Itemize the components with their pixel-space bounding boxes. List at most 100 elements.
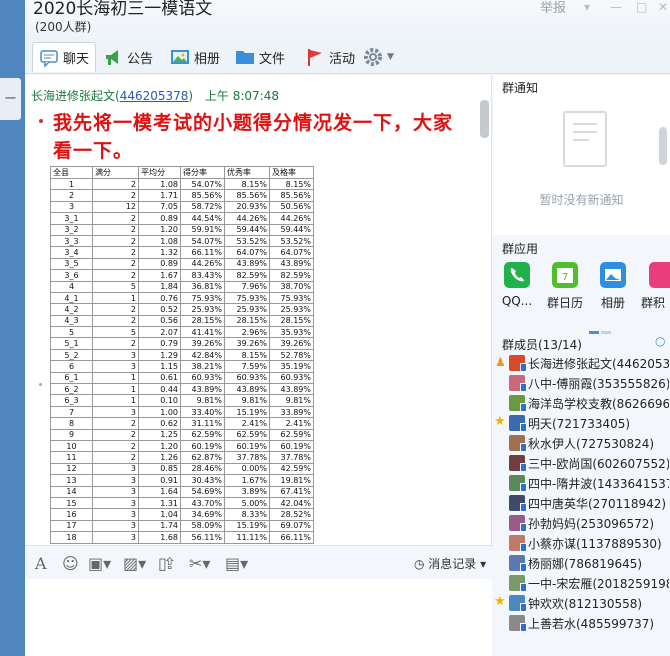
gift-icon[interactable]: ▣▾: [88, 554, 111, 573]
table-cell: 60.93%: [269, 371, 314, 385]
member-item[interactable]: 上善若水(485599737): [509, 613, 669, 633]
group-member-count: (200人群): [35, 20, 92, 34]
table-cell: 9.81%: [180, 394, 225, 407]
font-icon[interactable]: A: [35, 554, 47, 573]
collapsed-tab[interactable]: 一: [0, 78, 21, 120]
minimize-icon[interactable]: —: [610, 0, 622, 14]
tab-chat[interactable]: 聊天: [32, 42, 97, 72]
table-cell: 39.26%: [180, 337, 225, 350]
maximize-icon[interactable]: □: [636, 0, 647, 14]
score-table-image[interactable]: 全县 满分 平均分 得分率 优秀率 及格率 1 2 1.08 54.07% 8.15% 8…: [50, 166, 314, 544]
table-cell: 54.69%: [180, 485, 225, 498]
member-item[interactable]: 八中-傅丽霞(353555826): [509, 373, 669, 393]
group-name: 2020长海初三一模语文: [33, 0, 213, 19]
table-row: 3_6 2 1.67 83.43% 82.59% 82.59%: [50, 269, 314, 282]
member-item[interactable]: 长海进修张起文(4462053...: [509, 353, 669, 373]
apps-pager[interactable]: [589, 319, 613, 334]
message-text: 我先将一模考试的小题得分情况发一下，大家看一下。: [53, 112, 454, 162]
close-icon[interactable]: ✕: [658, 0, 668, 14]
avatar: [509, 495, 527, 512]
table-cell: 60.19%: [224, 439, 270, 453]
tab-files[interactable]: 文件: [235, 42, 285, 72]
table-cell: 85.56%: [180, 189, 225, 202]
title-bar: 2020长海初三一模语文 (200人群) 举报 ▾ — □ ✕: [25, 0, 670, 40]
member-item[interactable]: 钟欢欢(812130558): [509, 593, 669, 613]
table-cell: 5: [92, 280, 139, 293]
table-cell: 2: [92, 234, 139, 248]
table-cell: 3: [92, 531, 139, 544]
member-item[interactable]: 杨丽娜(786819645): [509, 553, 669, 573]
upload-icon[interactable]: ⇪: [163, 554, 176, 573]
tab-activity[interactable]: 活动: [305, 42, 355, 72]
table-cell: 18: [50, 531, 93, 544]
member-item[interactable]: 明天(721733405): [509, 413, 669, 433]
member-item[interactable]: 一中-宋宏雁(2018259198): [509, 573, 669, 593]
table-cell: 1.68: [138, 531, 181, 544]
tab-announcement[interactable]: 公告: [103, 42, 153, 72]
member-name: 海洋岛学校支教(862669695): [528, 396, 669, 411]
member-item[interactable]: 孙勃妈妈(253096572): [509, 513, 669, 533]
notice-scrollbar[interactable]: [659, 127, 667, 165]
table-cell: 11: [50, 451, 93, 464]
member-item[interactable]: 小蔡亦谋(1137889530): [509, 533, 669, 553]
table-cell: 2: [92, 337, 139, 350]
sender-qq[interactable]: 446205378: [120, 89, 189, 103]
member-item[interactable]: 海洋岛学校支教(862669695): [509, 393, 669, 413]
table-cell: 4: [50, 280, 93, 293]
table-cell: 2.96%: [224, 326, 270, 339]
member-name: 小蔡亦谋(1137889530): [528, 536, 662, 551]
table-cell: 64.07%: [269, 246, 314, 259]
table-cell: 3: [92, 496, 139, 510]
app-calendar[interactable]: 7 群日历: [545, 262, 585, 311]
table-cell: 1.64: [138, 485, 181, 498]
chat-scrollbar[interactable]: [480, 100, 489, 138]
table-cell: 15.19%: [224, 405, 270, 419]
table-header-row: 全县 满分 平均分 得分率 优秀率 及格率: [50, 166, 314, 179]
tab-album[interactable]: 相册: [170, 42, 220, 72]
table-cell: 6_2: [50, 383, 93, 396]
member-name: 钟欢欢(812130558): [528, 596, 643, 611]
window-controls: ▾ — □ ✕: [580, 0, 670, 18]
app-points[interactable]: 群积: [641, 262, 670, 311]
message-history-button[interactable]: ◷ 消息记录 ▾: [414, 555, 486, 572]
member-item[interactable]: 三中-欧尚国(602607552): [509, 453, 669, 473]
member-name: 秋水伊人(727530824): [528, 436, 655, 451]
table-row: 11 2 1.26 62.87% 37.78% 37.78%: [50, 451, 314, 464]
table-cell: 1.31: [138, 496, 181, 510]
table-cell: 82.59%: [269, 269, 314, 282]
table-row: 3_3 2 1.08 54.07% 53.52% 53.52%: [50, 234, 314, 248]
admin-star-icon: ★: [494, 414, 506, 429]
table-cell: 20.93%: [224, 200, 270, 214]
member-item[interactable]: 四中唐英华(270118942): [509, 493, 669, 513]
app-qq[interactable]: QQ...: [497, 262, 537, 308]
message-input[interactable]: [25, 579, 492, 656]
gear-icon: [363, 47, 383, 67]
table-cell: 0.44: [138, 383, 181, 396]
more-settings[interactable]: ▼: [363, 42, 394, 72]
table-cell: 59.44%: [224, 223, 270, 236]
more-icon[interactable]: ▤▾: [225, 554, 248, 573]
table-cell: 2: [92, 246, 139, 259]
app-album[interactable]: 相册: [593, 262, 633, 311]
table-cell: 1.74: [138, 519, 181, 533]
table-cell: 62.59%: [180, 428, 225, 442]
clock-icon: ◷: [414, 557, 429, 571]
image-icon[interactable]: ▨▾: [123, 554, 146, 573]
scissors-icon[interactable]: ✂▾: [189, 554, 210, 573]
emoji-icon[interactable]: ☺: [62, 554, 79, 573]
search-icon[interactable]: ○: [655, 334, 665, 348]
table-cell: 8.15%: [269, 177, 314, 191]
table-cell: 6_3: [50, 394, 93, 407]
report-link[interactable]: 举报: [540, 0, 566, 16]
table-cell: 44.26%: [224, 212, 270, 225]
table-cell: 58.09%: [180, 519, 225, 533]
table-cell: 5: [92, 326, 139, 339]
table-row: 3_4 2 1.32 66.11% 64.07% 64.07%: [50, 246, 314, 259]
col-header: 优秀率: [224, 166, 270, 179]
member-item[interactable]: 四中-隋井波(1433641537): [509, 473, 669, 493]
table-row: 5_2 3 1.29 42.84% 8.15% 52.78%: [50, 348, 314, 362]
col-header: 满分: [92, 166, 139, 179]
member-item[interactable]: 秋水伊人(727530824): [509, 433, 669, 453]
settings-icon[interactable]: ▾: [584, 0, 590, 14]
sender-name[interactable]: 长海进修张起文: [31, 89, 115, 103]
